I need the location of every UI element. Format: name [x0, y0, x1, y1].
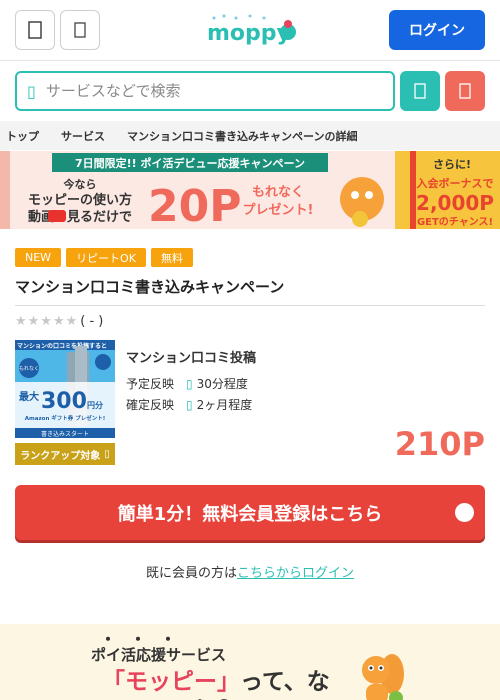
- youtube-icon: [48, 210, 66, 222]
- arrow-circle-icon: [455, 503, 474, 522]
- rank-up-label: ランクアップ対象: [20, 450, 101, 462]
- pencil-icon: [95, 354, 111, 370]
- banner-line3: 動画を見るだけで: [28, 209, 132, 225]
- tag-free: 無料: [150, 248, 193, 267]
- thumb-text4: 円分: [87, 400, 103, 410]
- mail-icon: [74, 22, 86, 38]
- breadcrumb-current: マンション口コミ書き込みキャンペーンの詳細: [127, 129, 358, 143]
- schedule-label: 予定反映: [126, 377, 175, 391]
- menu-button[interactable]: [15, 10, 55, 50]
- rank-up-badge: ランクアップ対象 ▯: [15, 443, 115, 465]
- clock-icon: ▯: [186, 397, 193, 412]
- tag-repeat: リピートOK: [66, 248, 146, 267]
- banner-right1: さらに!: [433, 158, 471, 171]
- banner-points: 20P: [148, 181, 241, 229]
- offer-name: マンション口コミ投稿: [126, 351, 257, 366]
- search-button[interactable]: [400, 71, 440, 111]
- search-submit-icon: [414, 83, 426, 99]
- about-title-line2: に？: [195, 690, 241, 700]
- info-icon: ▯: [104, 448, 110, 460]
- banner-line2: モッピーの使い方: [28, 192, 132, 208]
- register-label: 簡単1分！無料会員登録はこちら: [117, 503, 383, 525]
- confirm-label: 確定反映: [126, 398, 175, 412]
- thumb-text6: 書き込みスタート: [41, 430, 89, 438]
- thumb-text3: 300: [41, 389, 87, 414]
- login-button[interactable]: ログイン: [389, 10, 485, 50]
- breadcrumb: トップ サービス マンション口コミ書き込みキャンペーンの詳細: [0, 121, 500, 150]
- about-title-rest: って、な: [240, 669, 330, 695]
- divider: [15, 305, 485, 306]
- banner-ribbon: 7日間限定!! ポイ活デビュー応援キャンペーン: [75, 156, 305, 170]
- campaign-banner[interactable]: 7日間限定!! ポイ活デビュー応援キャンペーン 今なら モッピーの使い方 動画を…: [0, 151, 500, 229]
- banner-right3: GETのチャンス!: [417, 216, 493, 228]
- clock-icon: ▯: [186, 376, 193, 391]
- search-box[interactable]: ▯: [15, 71, 395, 111]
- about-section: ・・・ ポイ活応援サービス 「モッピー」って、な に？: [0, 624, 500, 700]
- thumb-text2: 最大: [19, 390, 39, 403]
- thumb-badge: もれなく: [19, 365, 39, 372]
- reward-points: 210P: [394, 425, 485, 463]
- tag-new: NEW: [15, 248, 62, 267]
- banner-right-points: 2,000P: [416, 191, 494, 215]
- rating: ★★★★★( - ): [15, 314, 103, 329]
- rating-count: ( - ): [80, 314, 104, 329]
- thumb-text1: マンションの口コミを投稿すると: [17, 342, 107, 350]
- banner-note1: もれなく: [252, 185, 304, 200]
- register-button[interactable]: 簡単1分！無料会員登録はこちら: [15, 485, 485, 540]
- search-input[interactable]: [45, 82, 366, 100]
- menu-icon: [28, 21, 42, 39]
- site-header: moppy ログイン: [0, 0, 500, 61]
- campaign-title: マンション口コミ書き込みキャンペーン: [15, 278, 285, 296]
- confirm-row: 確定反映 ▯ 2ヶ月程度: [126, 396, 252, 413]
- banner-line1: 今なら: [63, 177, 97, 191]
- breadcrumb-top[interactable]: トップ: [6, 128, 39, 144]
- banner-note2: プレゼント!: [243, 202, 314, 218]
- login-prompt: 既に会員の方はこちらからログイン: [0, 562, 500, 581]
- favorite-icon: [459, 83, 471, 99]
- favorite-button[interactable]: [445, 71, 485, 111]
- rating-stars: ★★★★★: [15, 314, 79, 329]
- moppy-logo[interactable]: moppy: [206, 14, 298, 46]
- squirrel-mascot-icon: [362, 654, 404, 700]
- logo-text: moppy: [207, 21, 291, 46]
- login-link[interactable]: こちらからログイン: [237, 566, 354, 581]
- login-prompt-text: 既に会員の方は: [145, 566, 237, 581]
- campaign-thumbnail[interactable]: マンションの口コミを投稿すると もれなく 最大 300 円分 Amazon ギフ…: [15, 340, 115, 438]
- breadcrumb-service[interactable]: サービス: [61, 128, 105, 144]
- search-icon: ▯: [27, 81, 36, 101]
- banner-right2: 入会ボーナスで: [417, 176, 494, 190]
- thumb-text5: Amazon ギフト券 プレゼント!: [25, 414, 105, 422]
- tag-list: NEW リピートOK 無料: [15, 248, 193, 267]
- schedule-value: 30分程度: [196, 377, 248, 391]
- mail-button[interactable]: [60, 10, 100, 50]
- schedule-row: 予定反映 ▯ 30分程度: [126, 375, 248, 392]
- confirm-value: 2ヶ月程度: [196, 398, 253, 412]
